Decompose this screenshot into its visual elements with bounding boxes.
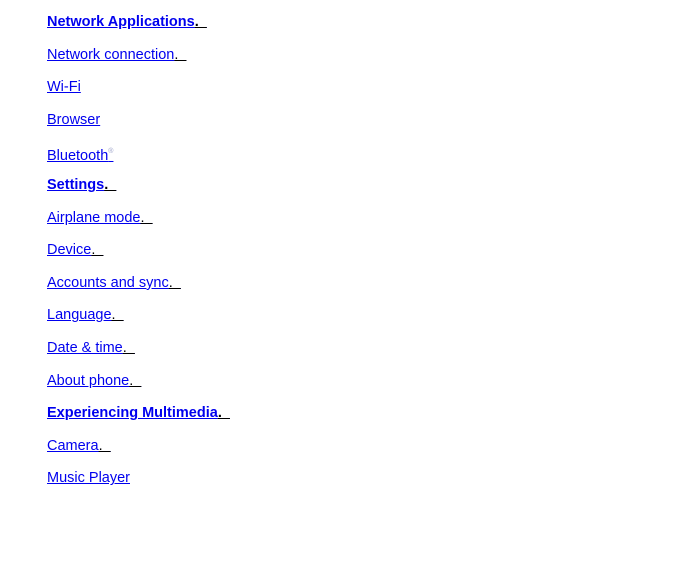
toc-link[interactable]: Music Player — [47, 470, 130, 486]
toc-link[interactable]: Device. — [47, 242, 103, 258]
toc-item-network-applications: Network Applications. — [47, 12, 230, 45]
toc-link[interactable]: Bluetooth® — [47, 148, 113, 164]
toc-item-settings: Settings. — [47, 175, 230, 208]
toc-item-date-time: Date & time. — [47, 338, 230, 371]
toc-item-accounts-and-sync: Accounts and sync. — [47, 273, 230, 306]
toc-link[interactable]: About phone. — [47, 373, 141, 389]
toc-item-wifi: Wi-Fi — [47, 77, 230, 110]
toc-link[interactable]: Wi-Fi — [47, 79, 81, 95]
toc-item-music-player: Music Player — [47, 468, 230, 501]
toc-item-browser: Browser — [47, 110, 230, 143]
toc-item-experiencing-multimedia: Experiencing Multimedia. — [47, 403, 230, 436]
toc-item-language: Language. — [47, 305, 230, 338]
toc-link[interactable]: Settings. — [47, 177, 116, 193]
toc-link[interactable]: Experiencing Multimedia. — [47, 405, 230, 421]
toc-link[interactable]: Browser — [47, 112, 100, 128]
toc-link[interactable]: Camera. — [47, 438, 111, 454]
toc-link[interactable]: Accounts and sync. — [47, 275, 181, 291]
toc-link[interactable]: Date & time. — [47, 340, 135, 356]
toc-link[interactable]: Network Applications. — [47, 14, 207, 30]
toc-link[interactable]: Airplane mode. — [47, 210, 153, 226]
toc-item-about-phone: About phone. — [47, 371, 230, 404]
toc-link[interactable]: Network connection. — [47, 47, 186, 63]
toc-item-airplane-mode: Airplane mode. — [47, 208, 230, 241]
toc-item-device: Device. — [47, 240, 230, 273]
table-of-contents: Network Applications. Network connection… — [47, 12, 230, 501]
registered-mark: ® — [108, 148, 114, 156]
toc-item-network-connection: Network connection. — [47, 45, 230, 78]
toc-item-bluetooth: Bluetooth® — [47, 142, 230, 175]
toc-link[interactable]: Language. — [47, 307, 124, 323]
toc-item-camera: Camera. — [47, 436, 230, 469]
